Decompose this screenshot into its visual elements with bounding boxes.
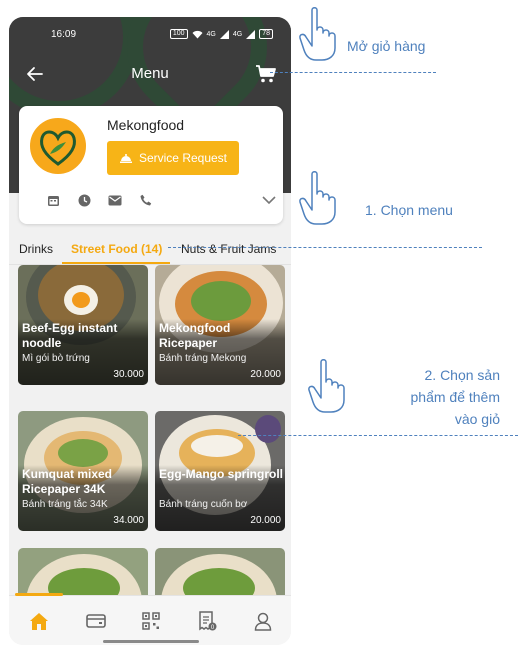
pointing-hand-icon: [299, 171, 336, 225]
signal-label-2: 4G: [232, 30, 243, 38]
annotation-step-2-line-1: 2. Chọn sản: [424, 367, 501, 383]
tab-nuts-fruit-jams[interactable]: Nuts & Fruit Jams: [181, 242, 276, 256]
product-card[interactable]: Egg-Mango springroll Bánh tráng cuốn bơ …: [155, 411, 285, 531]
signal-label-1: 4G: [206, 30, 216, 38]
active-tab-indicator: [62, 262, 170, 264]
app-bar: Menu: [9, 62, 291, 88]
annotation-step-2: 2. Chọn sản phẩm để thêm vào giỏ: [380, 364, 501, 430]
annotation-step-1: 1. Chọn menu: [365, 202, 453, 218]
network-speed-badge: 100: [169, 29, 188, 39]
pointing-hand-icon: [299, 7, 336, 61]
home-icon[interactable]: [28, 610, 50, 632]
store-logo: [28, 116, 88, 176]
phone-icon[interactable]: [138, 192, 154, 208]
receipt-icon[interactable]: 0: [196, 610, 218, 632]
pointing-hand-icon: [308, 359, 345, 413]
product-card[interactable]: Kumquat mixed Ricepaper 34K Bánh tráng t…: [18, 411, 148, 531]
tab-street-food[interactable]: Street Food (14): [71, 242, 162, 256]
store-name: Mekongfood: [107, 117, 185, 133]
product-price: 30.000: [113, 369, 144, 380]
product-name: Egg-Mango springroll: [159, 467, 283, 481]
qr-code-icon[interactable]: [140, 610, 162, 632]
product-card[interactable]: [155, 548, 285, 595]
product-card[interactable]: [18, 548, 148, 595]
product-grid: Beef-Egg instant noodle Mì gói bò trứng …: [18, 265, 286, 595]
tab-drinks[interactable]: Drinks: [19, 242, 53, 256]
wifi-icon: [192, 30, 203, 38]
status-time: 16:09: [51, 29, 77, 40]
wallet-icon[interactable]: [85, 610, 107, 632]
bottom-navigation: 0: [9, 593, 291, 645]
product-card[interactable]: Mekongfood Ricepaper Bánh tráng Mekong 2…: [155, 265, 285, 385]
annotation-step-2-line-2: phẩm để thêm: [410, 389, 501, 405]
chevron-down-icon[interactable]: [259, 190, 279, 210]
annotation-open-cart: Mở giỏ hàng: [347, 38, 426, 54]
calendar-icon[interactable]: [45, 192, 61, 208]
cart-icon[interactable]: [255, 64, 277, 84]
user-icon[interactable]: [252, 610, 274, 632]
product-name: Beef-Egg instant noodle: [22, 321, 118, 350]
page-title: Menu: [131, 65, 169, 82]
product-price: 20.000: [250, 515, 281, 526]
service-request-label: Service Request: [138, 151, 228, 165]
clock-icon[interactable]: [76, 192, 92, 208]
mail-icon[interactable]: [107, 192, 123, 208]
phone-screen: 16:09 100 4G 4G 78 Menu Mekongfood Servi…: [9, 17, 291, 645]
screenshot-stage: 16:09 100 4G 4G 78 Menu Mekongfood Servi…: [0, 0, 521, 649]
annotation-step-2-line-3: vào giỏ: [454, 411, 500, 427]
annotation-line-step-1: [168, 247, 482, 248]
product-price: 20.000: [250, 369, 281, 380]
product-name: Mekongfood Ricepaper: [159, 321, 231, 350]
signal-icon: [219, 29, 229, 39]
product-price: 34.000: [113, 515, 144, 526]
product-subtitle: Bánh tráng tắc 34K: [22, 499, 108, 510]
service-bell-icon: [119, 154, 132, 163]
annotation-line-step-2: [238, 435, 518, 436]
store-info-card: Mekongfood Service Request: [19, 106, 283, 224]
product-card[interactable]: Beef-Egg instant noodle Mì gói bò trứng …: [18, 265, 148, 385]
service-request-button[interactable]: Service Request: [107, 141, 239, 175]
active-nav-indicator: [15, 593, 63, 596]
product-subtitle: Bánh tráng cuốn bơ: [159, 499, 248, 510]
product-subtitle: Bánh tráng Mekong: [159, 353, 247, 364]
status-bar: 16:09 100 4G 4G 78: [9, 29, 291, 43]
battery-icon: 78: [259, 29, 273, 39]
product-subtitle: Mì gói bò trứng: [22, 353, 90, 364]
annotation-line-cart: [270, 72, 436, 73]
signal-icon-2: [246, 29, 256, 39]
product-name: Kumquat mixed Ricepaper 34K: [22, 467, 113, 496]
heart-leaf-icon: [40, 130, 76, 166]
system-home-bar: [103, 640, 199, 643]
category-tabs: Drinks Street Food (14) Nuts & Fruit Jam…: [9, 239, 291, 265]
